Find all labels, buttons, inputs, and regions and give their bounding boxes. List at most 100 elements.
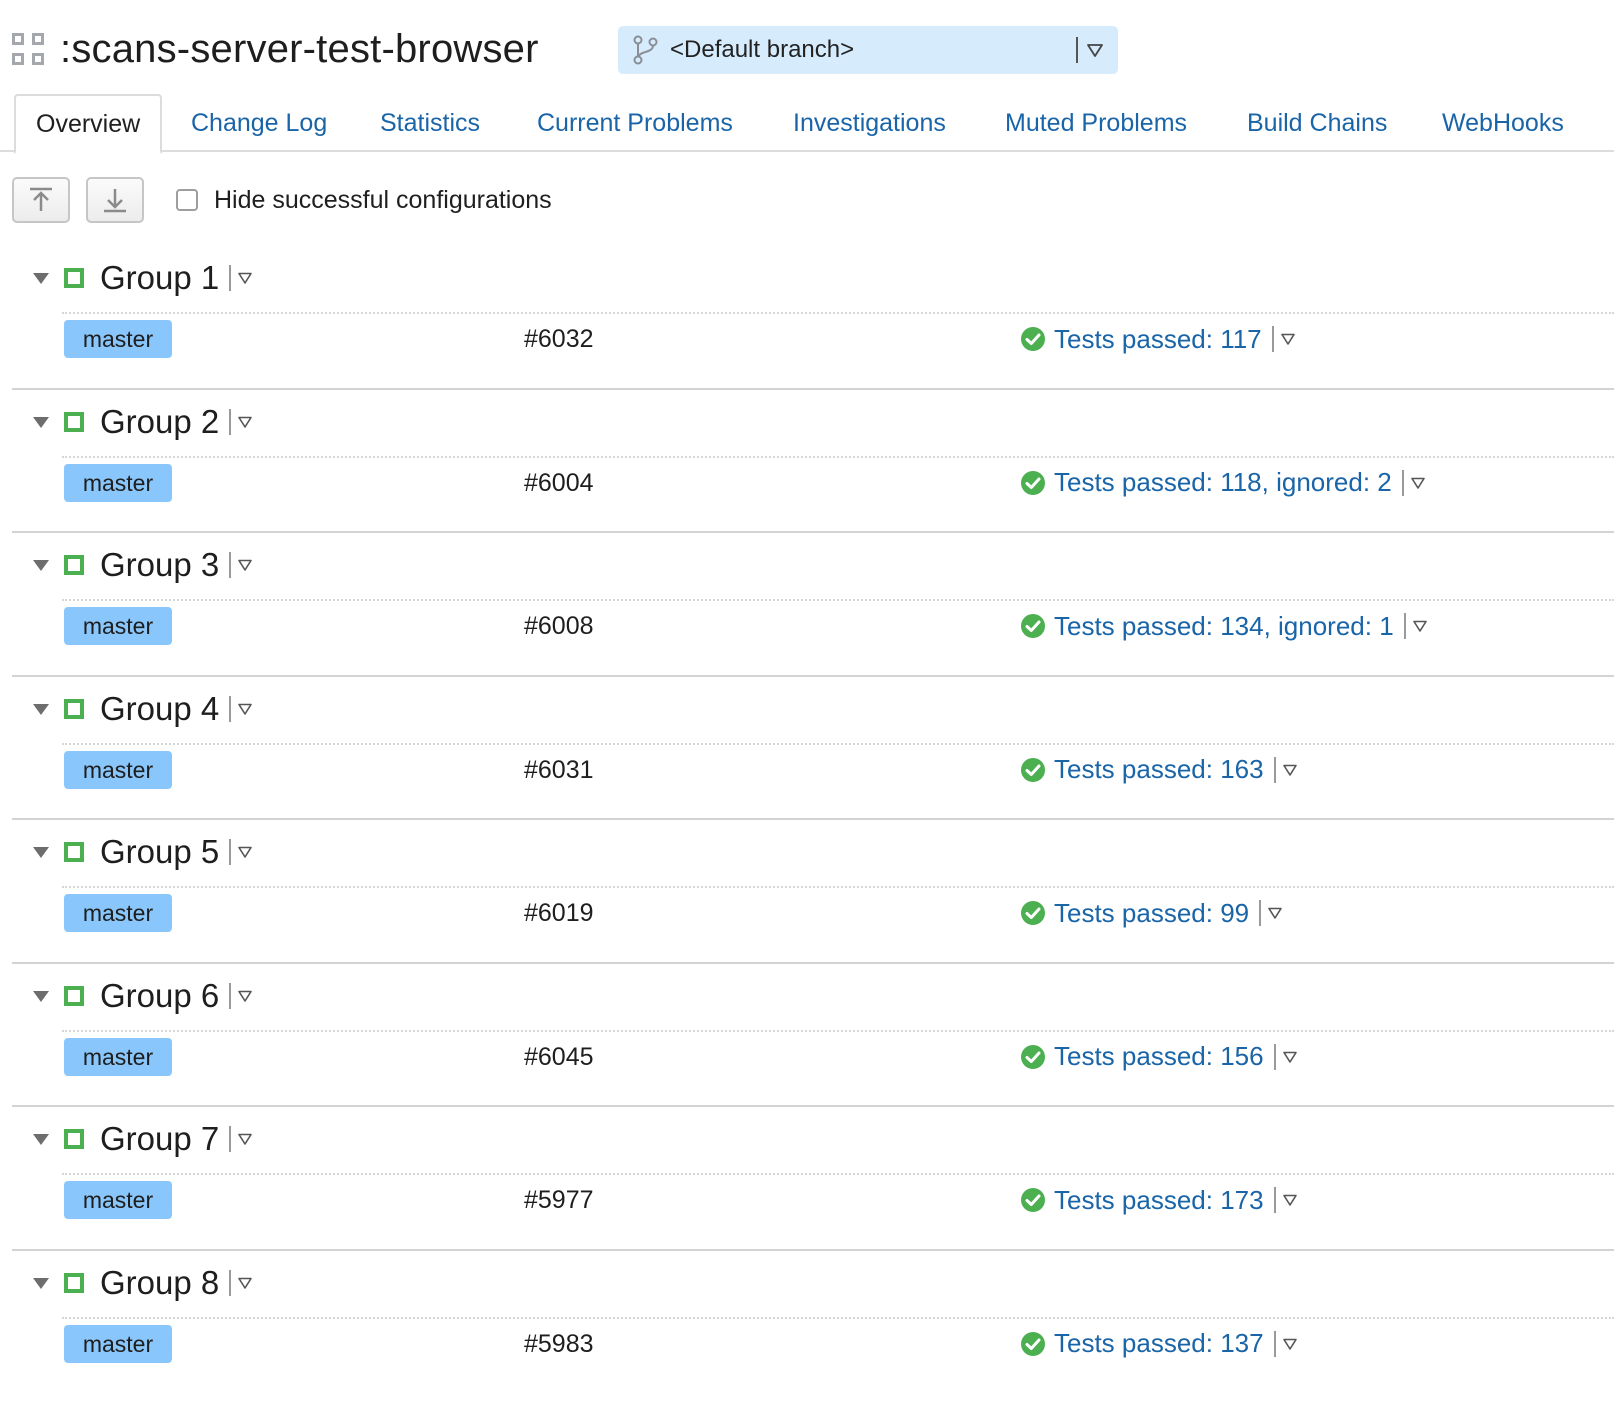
build-status: Tests passed: 117 [1020, 320, 1296, 358]
divider [1401, 469, 1404, 496]
build-status-link[interactable]: Tests passed: 163 [1054, 754, 1264, 785]
build-number[interactable]: #6032 [524, 320, 594, 358]
build-status-link[interactable]: Tests passed: 117 [1054, 324, 1262, 355]
group-block: Group 2 master #6004 Tests passed: 118, … [12, 390, 1614, 533]
build-status-link[interactable]: Tests passed: 137 [1054, 1328, 1264, 1359]
hide-successful-checkbox[interactable] [176, 189, 198, 211]
collapse-arrow-icon[interactable] [32, 989, 50, 1003]
expand-all-button[interactable] [86, 177, 144, 223]
dropdown-triangle-icon[interactable] [237, 1276, 253, 1290]
dropdown-triangle-icon[interactable] [237, 845, 253, 859]
group-name[interactable]: Group 6 [100, 977, 219, 1015]
group-name[interactable]: Group 5 [100, 833, 219, 871]
branch-tag[interactable]: master [64, 894, 172, 932]
tab-muted-problems[interactable]: Muted Problems [1005, 94, 1187, 152]
branch-tag[interactable]: master [64, 1324, 172, 1363]
dropdown-triangle-icon[interactable] [237, 415, 253, 429]
dropdown-triangle-icon[interactable] [1412, 619, 1428, 633]
success-status-icon [64, 1129, 84, 1149]
dotted-divider [62, 886, 1614, 888]
build-status: Tests passed: 173 [1020, 1181, 1298, 1219]
build-status-link[interactable]: Tests passed: 118, ignored: 2 [1054, 467, 1392, 498]
group-name[interactable]: Group 8 [100, 1264, 219, 1302]
dropdown-triangle-icon[interactable] [237, 1132, 253, 1146]
dropdown-triangle-icon[interactable] [1410, 476, 1426, 490]
dropdown-triangle-icon[interactable] [237, 989, 253, 1003]
dropdown-triangle-icon[interactable] [237, 558, 253, 572]
dropdown-triangle-icon[interactable] [237, 702, 253, 716]
group-name[interactable]: Group 4 [100, 690, 219, 728]
build-number[interactable]: #5977 [524, 1181, 594, 1219]
dropdown-triangle-icon[interactable] [1282, 1337, 1298, 1351]
tab-investigations[interactable]: Investigations [793, 94, 946, 152]
branch-selector[interactable]: <Default branch> [618, 26, 1118, 74]
divider [229, 695, 232, 722]
group-block: Group 7 master #5977 Tests passed: 173 [12, 1107, 1614, 1251]
collapse-arrow-icon[interactable] [32, 845, 50, 859]
build-row: master #6032 Tests passed: 117 [12, 320, 1614, 360]
tab-statistics[interactable]: Statistics [380, 94, 480, 152]
collapse-arrow-icon[interactable] [32, 558, 50, 572]
group-block: Group 3 master #6008 Tests passed: 134, … [12, 533, 1614, 677]
tab-change-log[interactable]: Change Log [191, 94, 327, 152]
branch-tag[interactable]: master [64, 607, 172, 645]
check-circle-icon [1021, 1331, 1045, 1356]
build-number[interactable]: #6004 [524, 464, 594, 502]
dropdown-triangle-icon[interactable] [1282, 1193, 1298, 1207]
divider [229, 408, 232, 435]
check-circle-icon [1021, 901, 1045, 925]
divider [1273, 1043, 1276, 1070]
dropdown-triangle-icon[interactable] [1086, 42, 1104, 58]
collapse-arrow-icon[interactable] [32, 415, 50, 429]
dropdown-triangle-icon[interactable] [1282, 1050, 1298, 1064]
build-row: master #6004 Tests passed: 118, ignored:… [12, 463, 1614, 504]
group-name[interactable]: Group 7 [100, 1120, 219, 1158]
divider [1273, 1187, 1276, 1213]
build-status-link[interactable]: Tests passed: 173 [1054, 1185, 1264, 1216]
dotted-divider [62, 455, 1614, 458]
success-status-icon [64, 411, 84, 432]
dropdown-triangle-icon[interactable] [1280, 332, 1296, 346]
collapse-arrow-icon[interactable] [32, 271, 50, 285]
branch-tag[interactable]: master [64, 320, 172, 358]
dropdown-triangle-icon[interactable] [1282, 763, 1298, 777]
check-circle-icon [1021, 614, 1045, 638]
build-number[interactable]: #5983 [524, 1325, 594, 1363]
tab-current-problems[interactable]: Current Problems [537, 94, 733, 152]
build-status: Tests passed: 163 [1020, 751, 1298, 789]
toolbar: Hide successful configurations [12, 176, 552, 224]
success-status-icon [64, 555, 84, 575]
tab-overview[interactable]: Overview [14, 94, 163, 154]
branch-tag[interactable]: master [64, 1181, 172, 1219]
build-status: Tests passed: 99 [1020, 894, 1283, 932]
dropdown-triangle-icon[interactable] [237, 271, 253, 285]
group-header: Group 5 [12, 820, 1614, 884]
collapse-arrow-icon[interactable] [32, 702, 50, 716]
build-status: Tests passed: 156 [1020, 1038, 1298, 1076]
git-branch-icon [633, 35, 658, 65]
group-name[interactable]: Group 2 [100, 403, 219, 441]
build-number[interactable]: #6019 [524, 894, 594, 932]
tab-webhooks[interactable]: WebHooks [1442, 94, 1564, 152]
build-row: master #6031 Tests passed: 163 [12, 750, 1614, 791]
build-status: Tests passed: 134, ignored: 1 [1020, 607, 1428, 645]
divider [229, 1269, 232, 1296]
group-header: Group 3 [12, 533, 1614, 597]
build-number[interactable]: #6008 [524, 607, 594, 645]
collapse-arrow-icon[interactable] [32, 1132, 50, 1146]
build-status-link[interactable]: Tests passed: 134, ignored: 1 [1054, 611, 1394, 642]
build-number[interactable]: #6045 [524, 1038, 594, 1076]
group-name[interactable]: Group 3 [100, 546, 219, 584]
tab-build-chains[interactable]: Build Chains [1247, 94, 1387, 152]
collapse-arrow-icon[interactable] [32, 1276, 50, 1290]
group-name[interactable]: Group 1 [100, 259, 219, 297]
dropdown-triangle-icon[interactable] [1267, 906, 1283, 920]
branch-tag[interactable]: master [64, 463, 172, 502]
build-status-link[interactable]: Tests passed: 156 [1054, 1041, 1264, 1072]
build-status-link[interactable]: Tests passed: 99 [1054, 898, 1249, 929]
branch-tag[interactable]: master [64, 1037, 172, 1076]
dotted-divider [62, 1316, 1614, 1319]
branch-tag[interactable]: master [64, 750, 172, 789]
collapse-all-button[interactable] [12, 177, 70, 223]
build-number[interactable]: #6031 [524, 751, 594, 789]
